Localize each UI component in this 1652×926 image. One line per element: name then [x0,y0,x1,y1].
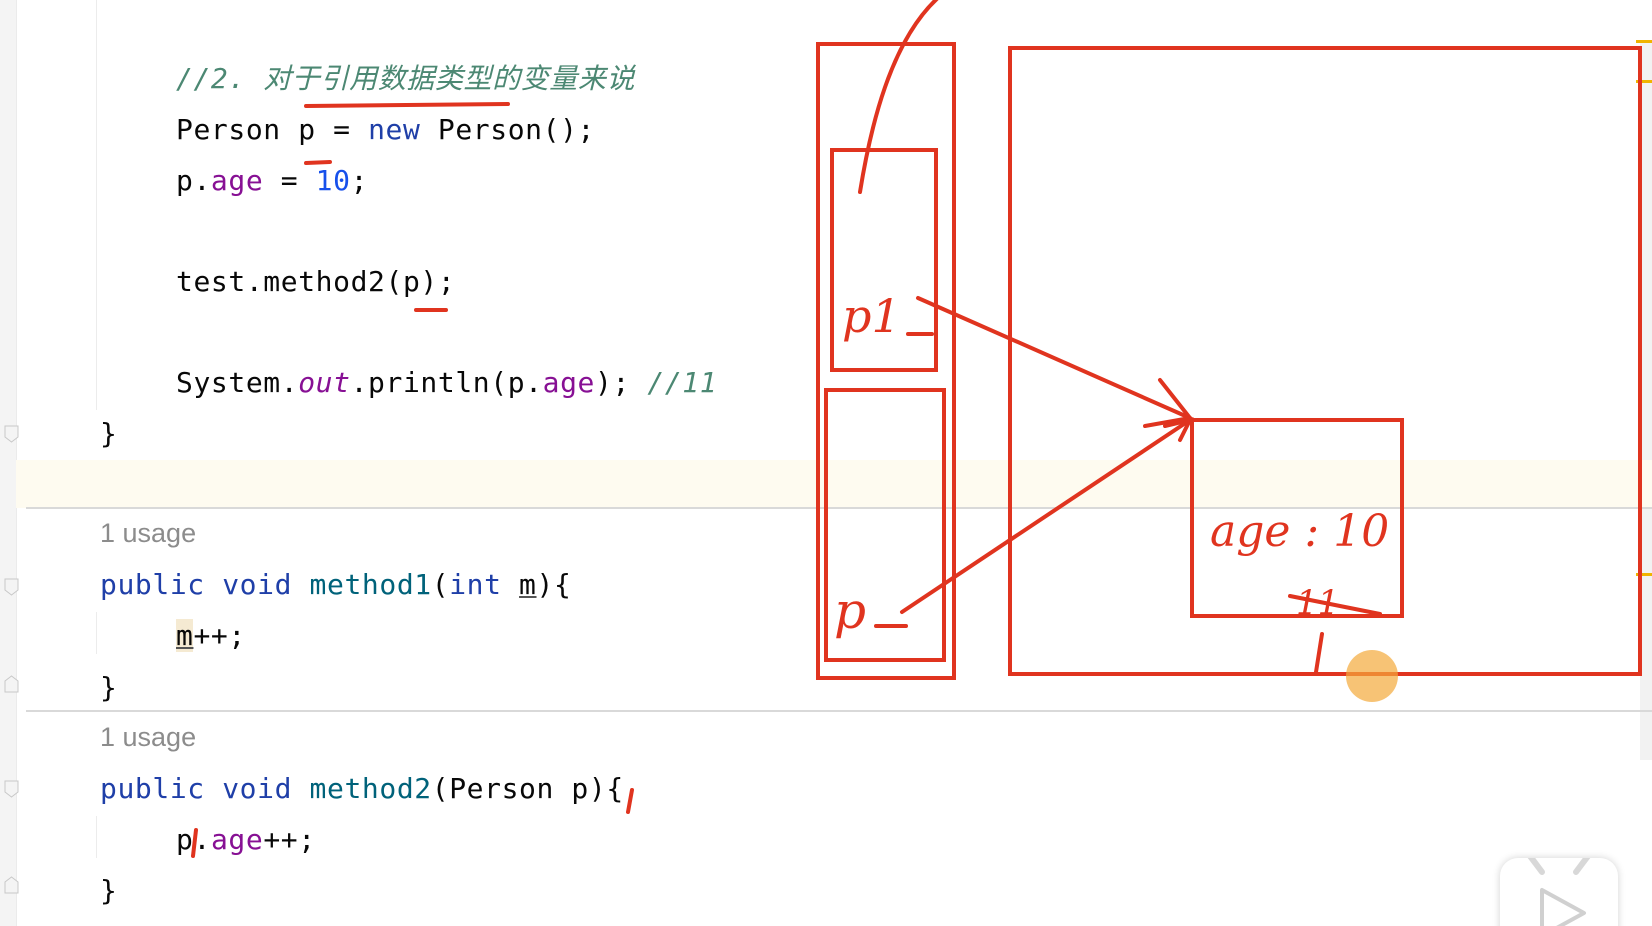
annotation-layer: p1 p age : 10 11 [191,0,1642,858]
label-p1: p1 [842,289,901,343]
reference-arrow-p1 [916,296,1192,420]
play-button[interactable] [1500,853,1618,926]
label-11: 11 [1296,583,1339,623]
cursor-mark [191,828,198,858]
cursor-mark [626,788,634,814]
label-age: age : 10 [1210,506,1389,557]
heap-box [1008,46,1642,676]
video-frame: //2. 对于引用数据类型的变量来说 Person p = new Person… [0,0,1652,926]
play-icon [1527,853,1591,926]
underline-mark [304,160,332,165]
cursor-highlight [1346,650,1398,702]
tick-mark [1314,632,1324,674]
label-p: p [834,582,866,640]
stack-pointer-line [858,0,939,194]
underline-mark [304,102,510,108]
